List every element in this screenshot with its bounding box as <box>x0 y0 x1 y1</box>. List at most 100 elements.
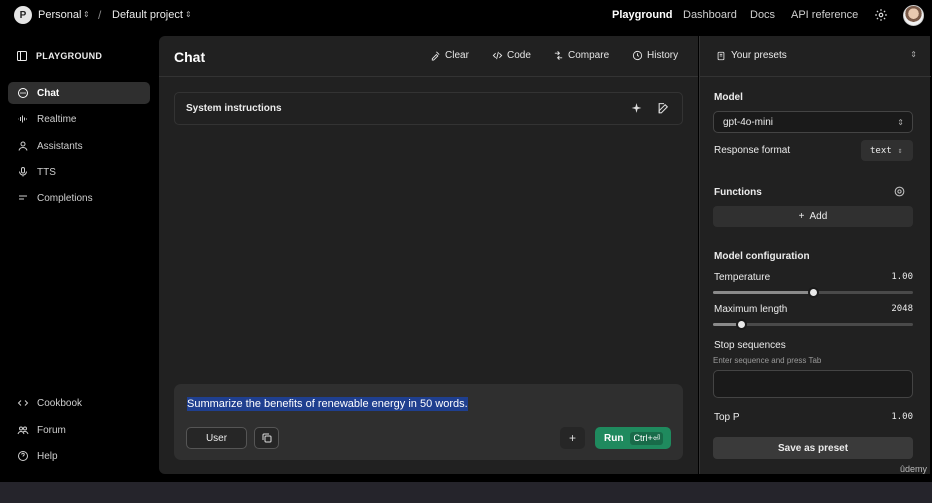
response-format-label: Response format <box>714 145 791 156</box>
nav-docs[interactable]: Docs <box>750 9 775 21</box>
org-switcher[interactable]: Personal <box>38 9 81 21</box>
nav-api-reference[interactable]: API reference <box>791 9 858 21</box>
waveform-icon <box>18 115 27 123</box>
people-icon <box>17 426 29 435</box>
sidebar-item-realtime[interactable]: Realtime <box>8 108 150 130</box>
message-composer[interactable]: Summarize the benefits of renewable ener… <box>174 384 683 460</box>
add-function-button[interactable]: + Add <box>713 206 913 227</box>
history-label: History <box>647 50 679 61</box>
add-label: Add <box>809 211 828 222</box>
sparkle-icon[interactable] <box>630 102 643 115</box>
chevron-updown-icon[interactable]: ⇕ <box>185 10 192 19</box>
history-icon <box>632 50 643 61</box>
model-value: gpt-4o-mini <box>723 116 774 128</box>
stop-sequences-hint: Enter sequence and press Tab <box>713 356 822 365</box>
run-shortcut: Ctrl+⏎ <box>630 431 664 445</box>
sidebar-item-label: Forum <box>37 424 66 436</box>
temperature-value[interactable]: 1.00 <box>891 272 913 282</box>
chat-header: Chat Clear Code Compare History <box>159 36 698 77</box>
document-icon <box>717 51 725 60</box>
watermark-logo: ûdemy <box>900 464 928 474</box>
nav-dashboard[interactable]: Dashboard <box>683 9 737 21</box>
sidebar-item-forum[interactable]: Forum <box>8 419 150 441</box>
nav-playground[interactable]: Playground <box>612 9 673 21</box>
sidebar-toggle-icon[interactable] <box>16 50 28 62</box>
sidebar-header[interactable]: PLAYGROUND <box>16 50 102 62</box>
org-avatar[interactable]: P <box>14 6 32 24</box>
gear-icon[interactable] <box>874 8 888 22</box>
sidebar-item-cookbook[interactable]: Cookbook <box>8 392 150 414</box>
compare-button[interactable]: Compare <box>553 50 609 61</box>
sidebar-item-tts[interactable]: TTS <box>8 161 150 183</box>
maximum-length-slider[interactable] <box>713 319 913 330</box>
maximum-length-label: Maximum length <box>714 304 788 315</box>
top-bar: P Personal ⇕ / Default project ⇕ Playgro… <box>0 0 932 32</box>
role-selector-button[interactable]: User <box>186 427 247 449</box>
sidebar-item-help[interactable]: Help <box>8 445 150 467</box>
top-p-value[interactable]: 1.00 <box>891 412 913 422</box>
chevron-updown-icon: ⇕ <box>897 146 903 155</box>
edit-icon[interactable] <box>657 102 670 115</box>
broom-icon <box>431 51 440 61</box>
attach-button[interactable] <box>254 427 279 449</box>
save-preset-button[interactable]: Save as preset <box>713 437 913 459</box>
sidebar-item-label: Assistants <box>37 140 83 152</box>
response-format-value: text <box>870 145 892 156</box>
temperature-slider[interactable] <box>713 287 913 298</box>
code-button[interactable]: Code <box>492 50 531 61</box>
chevron-updown-icon: ⇕ <box>897 117 904 127</box>
maximum-length-slider-thumb[interactable] <box>736 319 747 330</box>
lines-icon <box>19 195 27 200</box>
sidebar-item-assistants[interactable]: Assistants <box>8 135 150 157</box>
model-configuration-label: Model configuration <box>714 251 810 262</box>
add-message-button[interactable]: + <box>560 427 585 449</box>
temperature-label: Temperature <box>714 272 771 283</box>
stop-sequences-input[interactable] <box>713 370 913 398</box>
copy-icon <box>262 433 271 443</box>
chevron-updown-icon[interactable]: ⇕ <box>910 50 917 59</box>
system-instructions-box[interactable]: System instructions <box>174 92 683 125</box>
help-icon <box>18 451 28 461</box>
sidebar-item-label: Completions <box>37 192 93 204</box>
sidebar-item-label: Realtime <box>37 113 77 125</box>
code-label: Code <box>507 50 531 61</box>
breadcrumb-separator: / <box>98 8 102 22</box>
user-avatar[interactable] <box>903 5 924 26</box>
presets-selector[interactable]: Your presets ⇕ <box>700 36 931 77</box>
temperature-slider-thumb[interactable] <box>808 287 819 298</box>
model-label: Model <box>714 92 743 103</box>
code-icon <box>17 400 29 406</box>
sidebar-item-label: TTS <box>37 166 56 178</box>
presets-label: Your presets <box>716 50 787 61</box>
sidebar-item-label: Help <box>37 450 58 462</box>
chevron-updown-icon[interactable]: ⇕ <box>83 10 90 19</box>
presets-text: Your presets <box>731 50 787 61</box>
plus-icon: + <box>798 211 805 222</box>
code-icon <box>492 51 503 60</box>
page-title: Chat <box>174 49 206 65</box>
project-switcher[interactable]: Default project <box>112 9 183 21</box>
bottom-bar <box>0 482 932 503</box>
chat-panel: Chat Clear Code Compare History System i… <box>159 36 698 474</box>
system-instructions-label: System instructions <box>186 103 282 114</box>
sidebar-item-label: Cookbook <box>37 397 83 409</box>
assistant-icon <box>18 141 28 151</box>
sidebar-item-completions[interactable]: Completions <box>8 187 150 209</box>
response-format-select[interactable]: text ⇕ <box>861 140 913 161</box>
history-button[interactable]: History <box>632 50 678 61</box>
chat-bubble-icon <box>18 88 28 98</box>
gear-icon[interactable] <box>893 185 906 198</box>
clear-button[interactable]: Clear <box>430 50 469 61</box>
settings-panel: Your presets ⇕ Model gpt-4o-mini ⇕ Respo… <box>699 36 931 474</box>
selected-text[interactable]: Summarize the benefits of renewable ener… <box>187 397 468 411</box>
message-input[interactable]: Summarize the benefits of renewable ener… <box>187 397 468 411</box>
sidebar-item-label: Chat <box>37 87 60 99</box>
sidebar-item-chat[interactable]: Chat <box>8 82 150 104</box>
run-button[interactable]: Run Ctrl+⏎ <box>595 427 671 449</box>
functions-label: Functions <box>714 187 762 198</box>
run-label: Run <box>604 432 624 444</box>
compare-label: Compare <box>568 50 610 61</box>
maximum-length-value[interactable]: 2048 <box>891 304 913 314</box>
microphone-icon <box>19 167 27 177</box>
model-select[interactable]: gpt-4o-mini ⇕ <box>713 111 913 133</box>
